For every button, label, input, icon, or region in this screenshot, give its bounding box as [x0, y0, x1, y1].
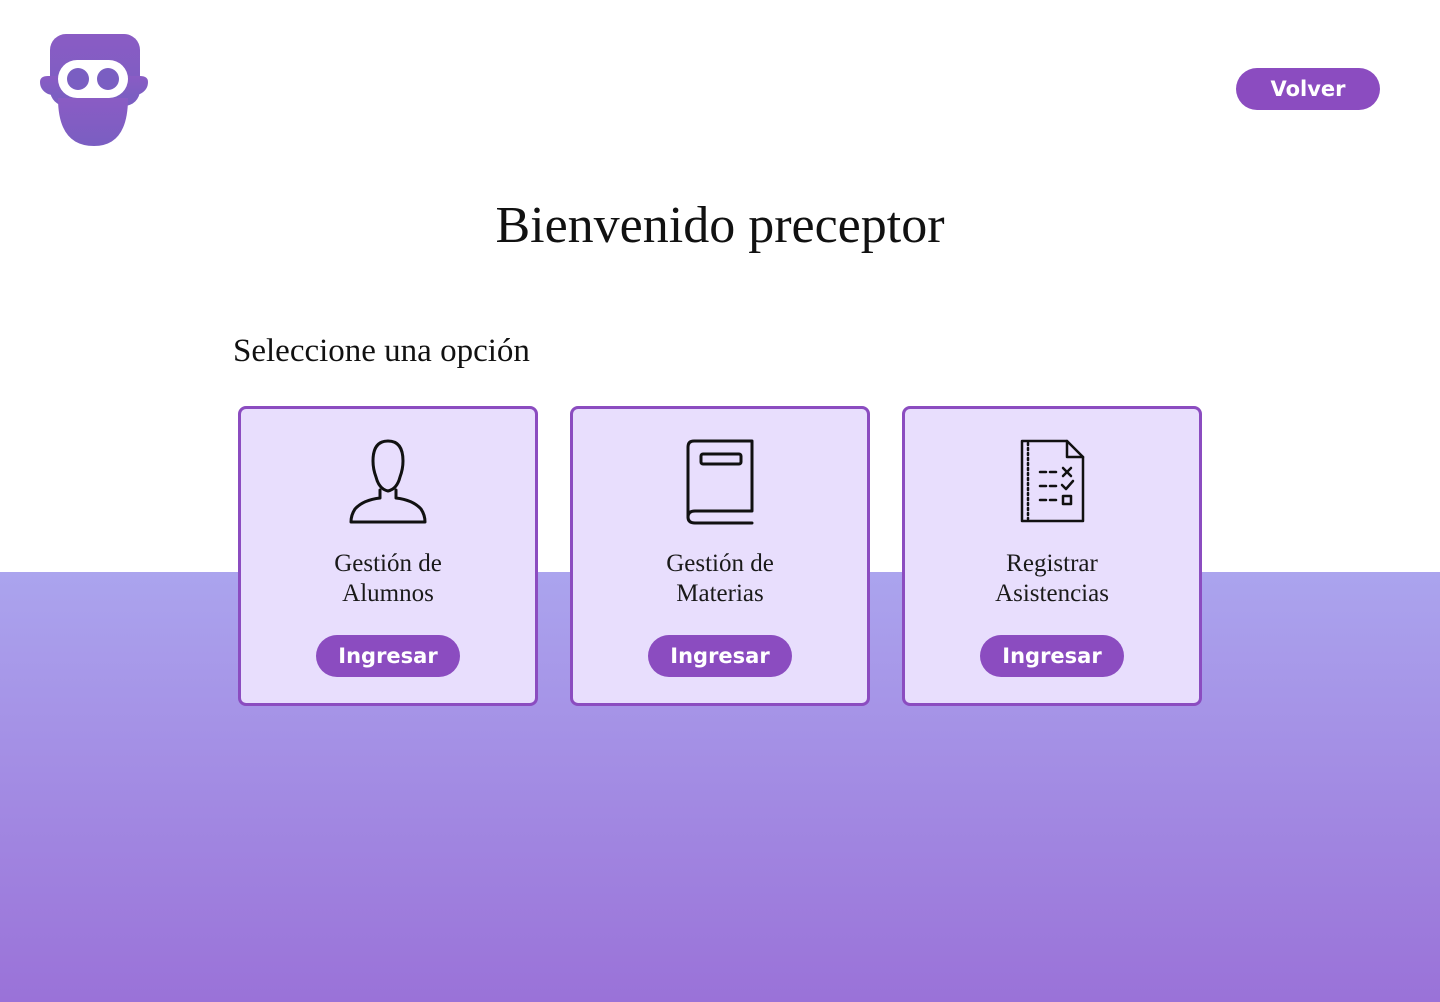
- option-card-materias: Gestión de Materias Ingresar: [570, 406, 870, 706]
- section-subtitle: Seleccione una opción: [233, 333, 530, 369]
- book-icon: [686, 439, 754, 525]
- checklist-icon: [1020, 439, 1085, 523]
- ingresar-alumnos-button[interactable]: Ingresar: [316, 635, 460, 677]
- option-title: Registrar Asistencias: [995, 550, 1109, 607]
- option-card-alumnos: Gestión de Alumnos Ingresar: [238, 406, 538, 706]
- user-icon: [349, 439, 427, 524]
- option-title: Gestión de Alumnos: [334, 550, 442, 607]
- option-title: Gestión de Materias: [666, 550, 774, 607]
- back-button[interactable]: Volver: [1236, 68, 1380, 110]
- page-title: Bienvenido preceptor: [495, 197, 945, 254]
- owl-logo-icon: [40, 34, 148, 146]
- ingresar-materias-button[interactable]: Ingresar: [648, 635, 792, 677]
- ingresar-asistencias-button[interactable]: Ingresar: [980, 635, 1124, 677]
- option-card-asistencias: Registrar Asistencias Ingresar: [902, 406, 1202, 706]
